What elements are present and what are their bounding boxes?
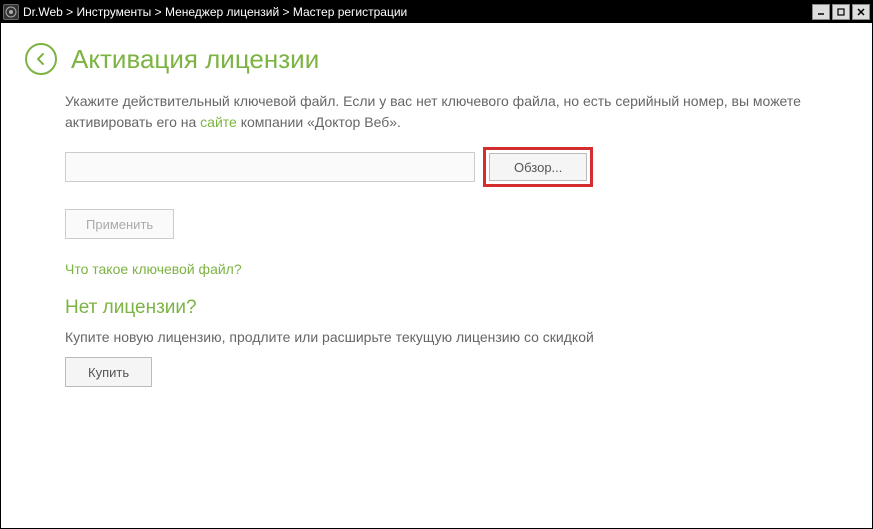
buy-button[interactable]: Купить xyxy=(65,357,152,387)
key-file-input[interactable] xyxy=(65,152,475,182)
browse-highlight: Обзор... xyxy=(483,147,593,187)
back-button[interactable] xyxy=(25,43,57,75)
no-license-heading: Нет лицензии? xyxy=(65,297,808,319)
app-window: Dr.Web > Инструменты > Менеджер лицензий… xyxy=(0,0,873,529)
window-controls xyxy=(812,4,870,20)
no-license-text: Купите новую лицензию, продлите или расш… xyxy=(65,329,808,345)
maximize-button[interactable] xyxy=(832,4,850,20)
app-icon xyxy=(3,4,19,20)
page-title: Активация лицензии xyxy=(71,44,319,75)
close-button[interactable] xyxy=(852,4,870,20)
browse-button[interactable]: Обзор... xyxy=(489,153,587,181)
instruction-text-after: компании «Доктор Веб». xyxy=(237,114,401,130)
minimize-button[interactable] xyxy=(812,4,830,20)
header-row: Активация лицензии xyxy=(1,43,872,91)
titlebar-breadcrumb: Dr.Web > Инструменты > Менеджер лицензий… xyxy=(23,5,812,19)
file-row: Обзор... xyxy=(65,147,808,187)
apply-button[interactable]: Применить xyxy=(65,209,174,239)
body-section: Укажите действительный ключевой файл. Ес… xyxy=(1,91,872,387)
instruction-text-before: Укажите действительный ключевой файл. Ес… xyxy=(65,93,801,130)
site-link[interactable]: сайте xyxy=(200,114,237,130)
key-file-help-link[interactable]: Что такое ключевой файл? xyxy=(65,261,242,277)
titlebar: Dr.Web > Инструменты > Менеджер лицензий… xyxy=(1,1,872,23)
content-area: Активация лицензии Укажите действительны… xyxy=(1,23,872,528)
arrow-left-icon xyxy=(33,51,49,67)
instruction-text: Укажите действительный ключевой файл. Ес… xyxy=(65,91,808,133)
